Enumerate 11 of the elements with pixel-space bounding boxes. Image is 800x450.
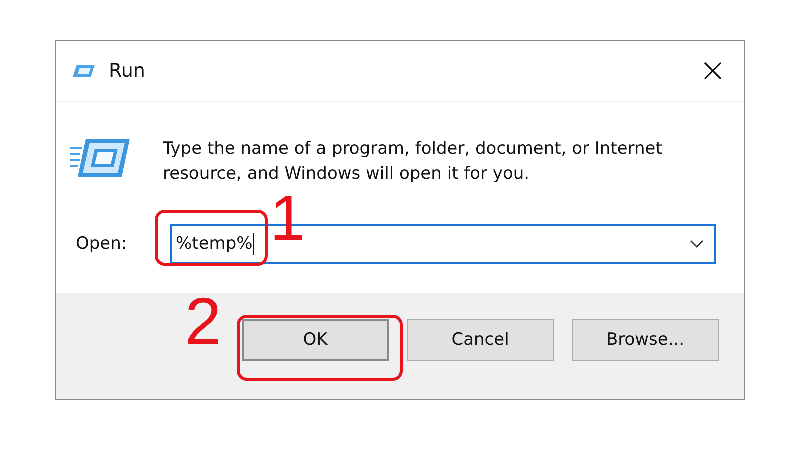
dialog-button[interactable]: Cancel <box>407 319 554 361</box>
dialog-button[interactable]: Browse... <box>572 319 719 361</box>
instruction-text: Type the name of a program, folder, document, or Internet resource, and Windows will open it for you. <box>163 138 664 186</box>
dialog-button[interactable]: OK <box>242 319 389 361</box>
dropdown-caret-icon[interactable] <box>690 240 704 248</box>
close-icon[interactable] <box>704 62 722 80</box>
step-number: 2 <box>185 288 222 354</box>
window-title: Run <box>109 60 146 82</box>
open-label: Open: <box>75 234 128 254</box>
window-app-icon <box>71 63 97 79</box>
run-program-icon <box>70 137 132 179</box>
